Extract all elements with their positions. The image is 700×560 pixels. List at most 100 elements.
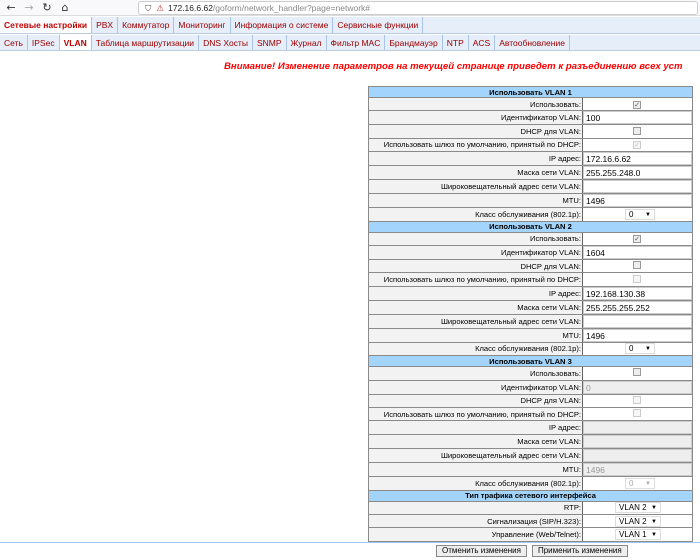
select-dropdown[interactable]: VLAN 1 ▼ (615, 529, 661, 541)
select-dropdown[interactable]: 0 ▼ (625, 477, 655, 489)
sub-menu-tab[interactable]: Фильтр MAC (327, 35, 386, 50)
insecure-lock-icon: ⚠ (156, 2, 165, 13)
main-menu-tab[interactable]: Информация о системе (231, 17, 334, 33)
section-title: Использовать VLAN 3 (367, 355, 694, 368)
text-input[interactable]: 255.255.255.252 (583, 300, 693, 314)
text-input[interactable]: 100 (583, 111, 693, 125)
form-row: MTU: 1496 (368, 327, 694, 343)
select-dropdown[interactable]: 0 ▼ (625, 343, 655, 355)
checkbox[interactable] (633, 395, 641, 404)
field-label: MTU: (368, 462, 583, 478)
field-value-cell (581, 272, 694, 287)
select-dropdown[interactable]: VLAN 2 ▼ (615, 515, 661, 527)
home-icon[interactable]: ⌂ (58, 1, 72, 14)
text-input[interactable] (583, 449, 693, 463)
text-input[interactable]: 255.255.248.0 (583, 166, 693, 180)
chevron-down-icon: ▼ (651, 532, 657, 539)
text-input[interactable]: 172.16.6.62 (583, 152, 693, 166)
form-row: Сигнализация (SIP/H.323): VLAN 2 ▼ (368, 514, 694, 529)
form-row: DHCP для VLAN: (368, 258, 694, 274)
checkbox[interactable] (633, 409, 641, 418)
field-label: IP адрес: (368, 285, 583, 301)
field-value-cell: 255.255.248.0 (581, 165, 694, 181)
apply-changes-button[interactable]: Применить изменения (531, 545, 628, 557)
select-value: VLAN 2 (619, 516, 647, 526)
main-menu-tab[interactable]: Мониторинг (174, 17, 231, 33)
field-value-cell: ✓ (581, 231, 694, 246)
back-icon[interactable]: ← (4, 1, 18, 14)
reload-icon[interactable]: ↻ (40, 1, 54, 14)
form-row: RTP: VLAN 2 ▼ (368, 500, 694, 516)
form-row: Идентификатор VLAN: 0 (368, 379, 694, 395)
sub-menu-tab[interactable]: Брандмауэр (385, 35, 443, 50)
sub-menu-tab[interactable]: Таблица маршрутизации (92, 35, 200, 50)
form-row: IP адрес: 172.16.6.62 (368, 151, 694, 167)
cancel-changes-button[interactable]: Отменить изменения (436, 545, 527, 557)
text-input[interactable]: 1604 (583, 245, 693, 259)
text-input[interactable]: 1496 (583, 194, 693, 208)
checkbox[interactable] (633, 261, 641, 270)
checkbox[interactable]: ✓ (633, 235, 641, 244)
checkbox[interactable] (633, 274, 641, 283)
text-input[interactable]: 1496 (583, 328, 693, 342)
vlan-settings-table: Использовать VLAN 1 Использовать: ✓ Идентиф… (367, 86, 694, 542)
text-input[interactable]: 192.168.130.38 (583, 286, 693, 300)
checkbox[interactable]: ✓ (633, 100, 641, 109)
form-row: DHCP для VLAN: (368, 124, 694, 139)
text-input[interactable] (583, 314, 693, 328)
field-label: Идентификатор VLAN: (368, 244, 583, 260)
select-dropdown[interactable]: VLAN 2 ▼ (615, 502, 661, 514)
text-input[interactable]: 1496 (583, 463, 693, 477)
address-bar[interactable]: ⛉ ⚠ 172.16.6.62/goform/network_handler?p… (138, 1, 698, 15)
form-row: Класс обслуживания (802.1p): 0 ▼ (368, 341, 694, 357)
main-menu-tab[interactable]: Сетевые настройки (0, 17, 93, 33)
form-row: MTU: 1496 (368, 462, 694, 478)
sub-menu-tab[interactable]: NTP (443, 35, 469, 50)
shield-icon: ⛉ (145, 2, 152, 13)
checkbox[interactable] (633, 368, 641, 377)
form-row: DHCP для VLAN: (368, 393, 694, 408)
field-value-cell (581, 434, 694, 450)
field-label: DHCP для VLAN: (368, 124, 583, 139)
select-dropdown[interactable]: 0 ▼ (625, 208, 655, 220)
form-row: Управление (Web/Telnet): VLAN 1 ▼ (368, 527, 694, 542)
sub-menu-tab[interactable]: VLAN (59, 35, 92, 50)
sub-menu-tab[interactable]: IPSec (28, 35, 60, 50)
field-value-cell: ✓ (581, 137, 694, 153)
sub-menu-tab[interactable]: Сеть (0, 35, 28, 50)
sub-menu-tab[interactable]: ACS (469, 35, 496, 50)
sub-menu-tab[interactable]: SNMP (253, 35, 287, 50)
checkbox[interactable]: ✓ (633, 141, 641, 150)
sub-menu: Сеть IPSec VLAN Таблица маршрутизации DNS Хо… (0, 35, 700, 51)
forward-icon[interactable]: → (22, 1, 36, 14)
select-value: 0 (629, 209, 634, 219)
field-label: Широковещательный адрес сети VLAN: (368, 179, 583, 195)
form-row: Класс обслуживания (802.1p): 0 ▼ (368, 476, 694, 491)
section-title: Тип трафика сетевого интерфейса (367, 489, 694, 502)
field-value-cell: 0 ▼ (581, 341, 694, 357)
form-row: IP адрес: (368, 420, 694, 436)
form-row: Класс обслуживания (802.1p): 0 ▼ (368, 207, 694, 222)
field-value-cell: 1496 (581, 193, 694, 209)
checkbox[interactable] (633, 126, 641, 135)
chevron-down-icon: ▼ (645, 346, 651, 353)
url-path: /goform/network_handler?page=network# (212, 3, 371, 13)
main-menu-tab[interactable]: Сервисные функции (333, 17, 424, 33)
form-row: Маска сети VLAN: 255.255.248.0 (368, 165, 694, 181)
field-label: Маска сети VLAN: (368, 434, 583, 450)
text-input[interactable] (583, 435, 693, 449)
text-input[interactable]: 0 (583, 380, 693, 394)
field-value-cell (581, 406, 694, 422)
sub-menu-tab[interactable]: Автообновление (495, 35, 570, 50)
form-row: Использовать: ✓ (368, 231, 694, 246)
text-input[interactable] (583, 180, 693, 194)
text-input[interactable] (583, 421, 693, 435)
main-menu-tab[interactable]: PBX (92, 17, 119, 33)
main-menu-tab[interactable]: Коммутатор (118, 17, 175, 33)
sub-menu-tab[interactable]: DNS Хосты (199, 35, 253, 50)
select-value: VLAN 2 (619, 503, 647, 513)
field-value-cell (581, 313, 694, 329)
sub-menu-tab[interactable]: Журнал (287, 35, 327, 50)
select-value: 0 (629, 344, 634, 354)
form-row: Маска сети VLAN: 255.255.255.252 (368, 299, 694, 315)
